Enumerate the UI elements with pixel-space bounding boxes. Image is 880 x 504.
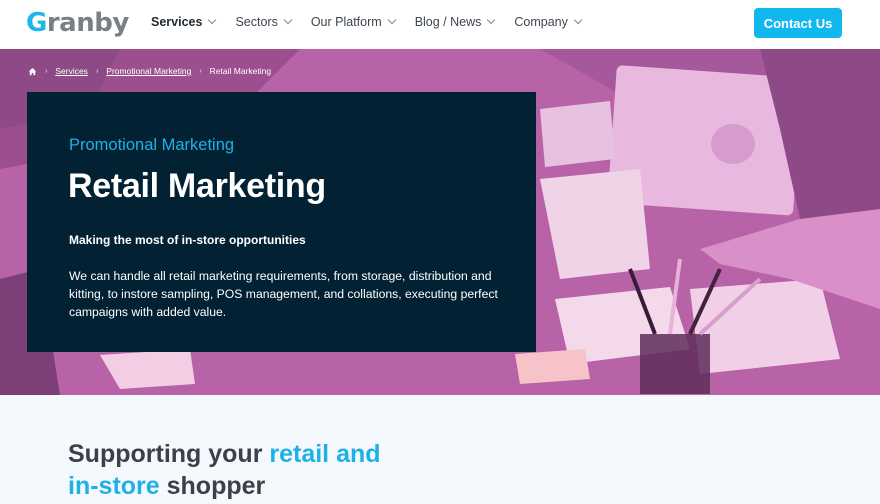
site-header: Granby Services Sectors Our Platform Blo… <box>0 0 880 48</box>
breadcrumb-current: Retail Marketing <box>209 66 272 76</box>
nav-item-our-platform[interactable]: Our Platform <box>310 15 396 29</box>
breadcrumb: › Services › Promotional Marketing › Ret… <box>28 66 271 76</box>
hero-banner: › Services › Promotional Marketing › Ret… <box>0 49 880 395</box>
logo-g: G <box>26 8 47 38</box>
nav-label: Services <box>151 15 203 29</box>
chevron-down-icon <box>283 15 293 25</box>
supporting-section: Supporting your retail and in-store shopp… <box>0 395 880 504</box>
section-heading: Supporting your retail and in-store shopp… <box>68 438 428 502</box>
home-icon[interactable] <box>28 67 37 76</box>
breadcrumb-separator: › <box>45 67 48 75</box>
logo-text: ranby <box>46 8 129 38</box>
chevron-down-icon <box>573 15 583 25</box>
breadcrumb-link-promotional-marketing[interactable]: Promotional Marketing <box>106 66 191 76</box>
breadcrumb-link-services[interactable]: Services <box>55 66 88 76</box>
hero-description: We can handle all retail marketing requi… <box>69 269 498 319</box>
nav-item-company[interactable]: Company <box>514 15 583 29</box>
chevron-down-icon <box>208 15 217 25</box>
main-nav: Services Sectors Our Platform Blog / New… <box>151 15 601 29</box>
chevron-down-icon <box>387 15 396 25</box>
breadcrumb-separator: › <box>199 67 202 75</box>
nav-label: Our Platform <box>310 15 382 29</box>
nav-item-sectors[interactable]: Sectors <box>235 15 293 29</box>
heading-text: Supporting your <box>68 440 270 468</box>
chevron-down-icon <box>487 15 496 25</box>
hero-card: Promotional Marketing Retail Marketing M… <box>27 92 536 352</box>
heading-accent: retail and <box>269 440 381 468</box>
hero-eyebrow: Promotional Marketing <box>69 136 235 154</box>
nav-label: Sectors <box>235 15 278 29</box>
nav-label: Blog / News <box>414 15 482 29</box>
contact-us-button[interactable]: Contact Us <box>754 8 842 38</box>
nav-item-services[interactable]: Services <box>151 15 217 29</box>
granby-logo[interactable]: Granby <box>26 8 129 38</box>
breadcrumb-separator: › <box>95 67 99 75</box>
heading-accent: in-store <box>68 472 160 500</box>
page-title: Retail Marketing <box>68 167 326 205</box>
nav-item-blog-news[interactable]: Blog / News <box>414 15 496 29</box>
hero-subhead: Making the most of in-store opportunitie… <box>69 233 306 247</box>
heading-text: shopper <box>159 472 266 500</box>
nav-label: Company <box>514 15 568 29</box>
